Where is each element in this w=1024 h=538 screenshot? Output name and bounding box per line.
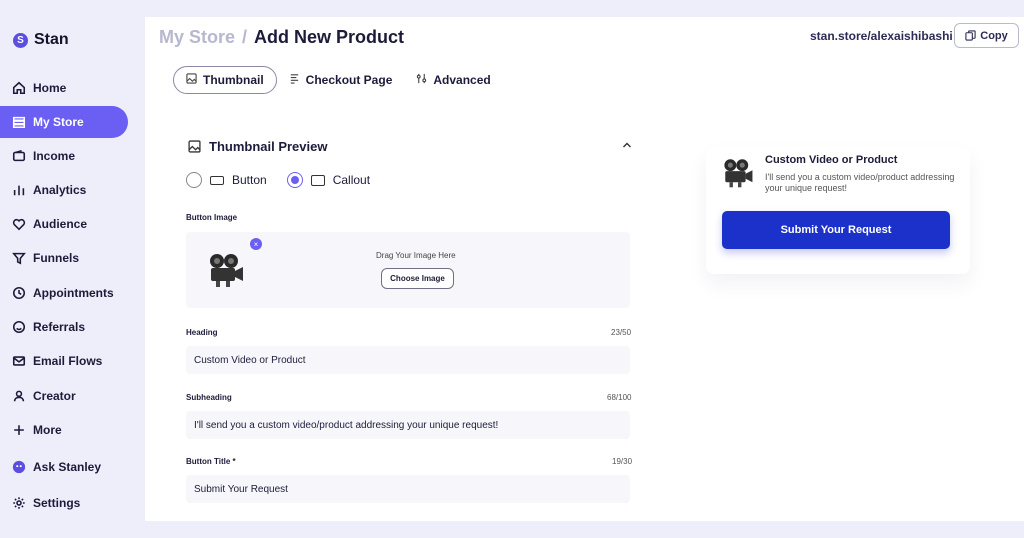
button-title-label: Button Title * [186, 457, 236, 466]
callout-style-icon [310, 174, 325, 186]
sidebar-item-label: Email Flows [33, 354, 103, 368]
preview-subtitle: I'll send you a custom video/product add… [765, 172, 955, 194]
sidebar-item-referrals[interactable]: Referrals [0, 311, 128, 343]
sidebar-item-email-flows[interactable]: Email Flows [0, 345, 128, 377]
button-title-counter: 19/30 [612, 457, 633, 466]
store-icon [12, 115, 26, 129]
sidebar-item-audience[interactable]: Audience [0, 208, 128, 240]
heading-input[interactable]: Custom Video or Product [186, 346, 630, 374]
copy-icon [965, 30, 976, 41]
movie-camera-icon [210, 254, 243, 287]
thumbnail-image [200, 240, 252, 298]
option-label-button: Button [232, 173, 267, 187]
funnel-icon [12, 251, 26, 265]
thumbnail-preview-header[interactable]: Thumbnail Preview [188, 139, 327, 154]
sidebar-item-income[interactable]: Income [0, 140, 128, 172]
bar-chart-icon [12, 183, 26, 197]
stanley-avatar-icon [12, 460, 26, 474]
sidebar-item-my-store[interactable]: My Store [0, 106, 128, 138]
brand[interactable]: S Stan [13, 31, 69, 49]
sidebar-item-analytics[interactable]: Analytics [0, 174, 128, 206]
product-preview-card: Custom Video or Product I'll send you a … [706, 147, 970, 274]
sidebar-item-label: Appointments [33, 286, 114, 300]
breadcrumb: My Store / Add New Product [159, 27, 404, 48]
heart-icon [12, 217, 26, 231]
sidebar-item-label: Funnels [33, 251, 80, 265]
button-image-label: Button Image [186, 213, 238, 222]
page-icon [289, 73, 300, 87]
sidebar-item-ask-stanley[interactable]: Ask Stanley [0, 451, 128, 483]
store-url[interactable]: stan.store/alexaishibashi [810, 29, 953, 43]
sidebar-item-more[interactable]: More [0, 414, 128, 446]
submit-request-button[interactable]: Submit Your Request [722, 211, 950, 249]
section-title: Thumbnail Preview [209, 139, 328, 154]
tab-label: Checkout Page [305, 73, 393, 87]
subheading-counter: 68/100 [607, 393, 632, 402]
sidebar-item-label: Home [33, 81, 67, 95]
mail-icon [12, 354, 26, 368]
radio-button-style[interactable] [186, 172, 202, 188]
sidebar-item-label: My Store [33, 115, 84, 129]
breadcrumb-my-store[interactable]: My Store [159, 27, 235, 48]
remove-image-icon[interactable]: × [250, 238, 262, 250]
drag-text: Drag Your Image Here [376, 251, 456, 260]
wallet-icon [12, 149, 26, 163]
image-icon [188, 140, 201, 153]
smile-icon [12, 320, 26, 334]
copy-label: Copy [980, 29, 1008, 42]
preview-title: Custom Video or Product [765, 154, 898, 166]
sidebar-item-label: Ask Stanley [33, 460, 102, 474]
tab-label: Advanced [433, 73, 491, 87]
image-dropzone[interactable]: × Drag Your Image Here Choose Image [186, 232, 630, 308]
sidebar-item-appointments[interactable]: Appointments [0, 277, 128, 309]
sliders-icon [416, 73, 427, 87]
heading-counter: 23/50 [611, 328, 632, 337]
option-label-callout: Callout [332, 173, 371, 187]
page-title: Add New Product [254, 27, 405, 47]
sidebar-item-label: Referrals [33, 320, 86, 334]
button-title-input[interactable]: Submit Your Request [186, 475, 630, 503]
subheading-label: Subheading [186, 393, 232, 402]
sidebar-item-settings[interactable]: Settings [0, 487, 128, 519]
person-icon [12, 389, 26, 403]
radio-callout-style[interactable] [286, 172, 303, 188]
sidebar-item-home[interactable]: Home [0, 72, 128, 104]
home-icon [12, 81, 26, 95]
style-options: Button Callout [186, 172, 370, 188]
sidebar-item-label: Audience [33, 217, 88, 231]
tab-bar: Thumbnail Checkout Page Advanced [173, 66, 503, 94]
sidebar-item-label: Creator [33, 389, 76, 403]
stan-logo-icon: S [13, 32, 28, 48]
choose-image-button[interactable]: Choose Image [381, 268, 454, 289]
sidebar-item-funnels[interactable]: Funnels [0, 242, 128, 274]
sidebar-item-label: More [33, 423, 62, 437]
sidebar-item-creator[interactable]: Creator [0, 380, 128, 412]
preview-thumbnail [720, 152, 756, 192]
sidebar-item-label: Analytics [33, 183, 87, 197]
sidebar-item-label: Income [33, 149, 76, 163]
sidebar-item-label: Settings [33, 496, 81, 510]
subheading-input[interactable]: I'll send you a custom video/product add… [186, 411, 630, 439]
chevron-up-icon[interactable] [621, 139, 633, 154]
breadcrumb-separator: / [242, 27, 248, 47]
brand-name: Stan [34, 31, 69, 48]
copy-button[interactable]: Copy [954, 23, 1019, 48]
heading-label: Heading [186, 328, 218, 337]
clock-icon [12, 286, 26, 300]
movie-camera-icon [724, 159, 753, 188]
gear-icon [12, 496, 26, 510]
tab-thumbnail[interactable]: Thumbnail [173, 66, 277, 94]
button-style-icon [210, 175, 224, 185]
tab-checkout-page[interactable]: Checkout Page [277, 66, 405, 94]
tab-advanced[interactable]: Advanced [404, 66, 502, 94]
plus-icon [12, 423, 26, 437]
tab-label: Thumbnail [203, 73, 264, 87]
sidebar: S Stan Home My Store Income Analytics Au… [0, 0, 145, 538]
image-icon [186, 73, 197, 87]
main-panel: My Store / Add New Product stan.store/al… [145, 17, 1024, 521]
